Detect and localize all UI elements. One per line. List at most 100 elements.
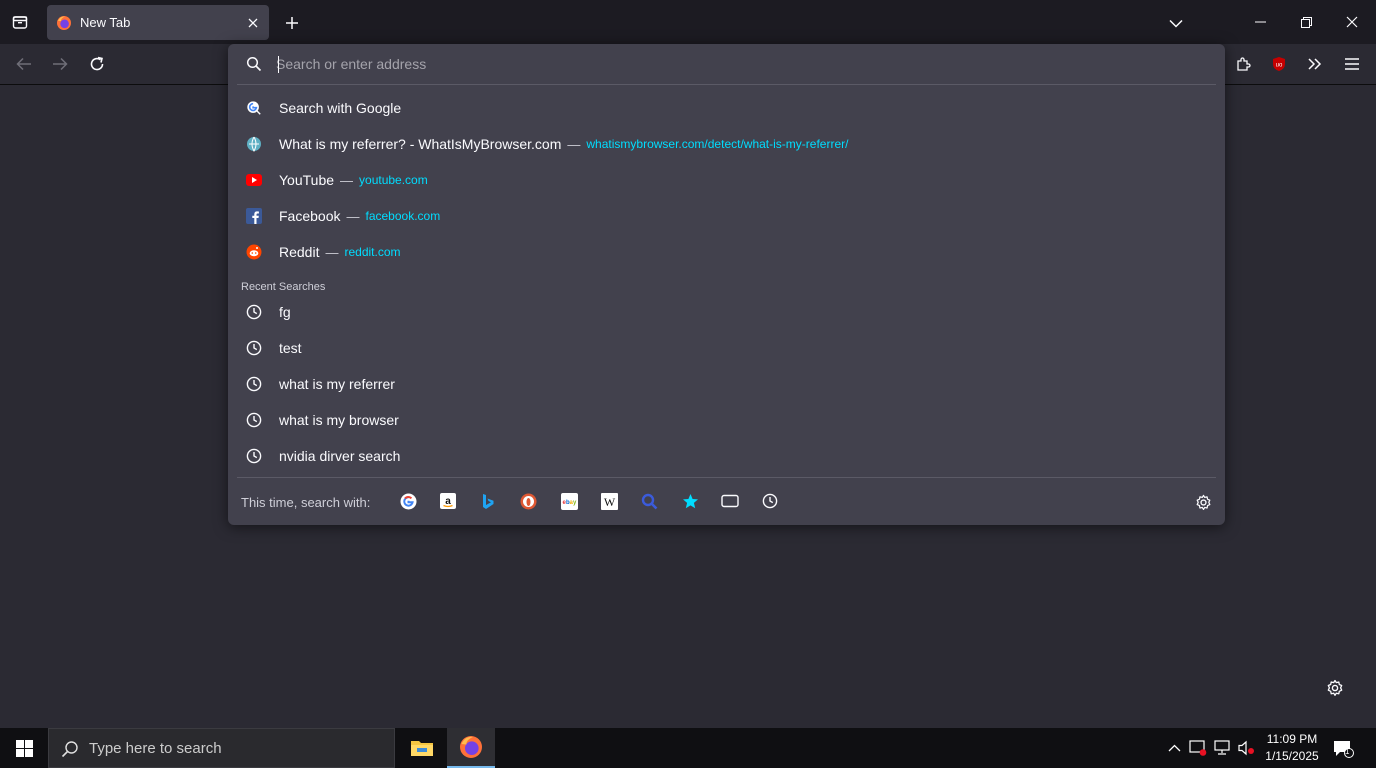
close-icon (1346, 16, 1358, 28)
show-hidden-icons-button[interactable] (1163, 738, 1185, 758)
list-all-tabs-button[interactable] (1163, 10, 1189, 36)
search-engine-button[interactable] (638, 490, 660, 512)
search-icon (61, 740, 79, 758)
search-glass-icon (641, 493, 657, 509)
history-clock-icon (246, 412, 262, 428)
firefox-icon (56, 15, 72, 31)
double-chevron-right-icon (1308, 58, 1322, 70)
app-menu-button[interactable] (1338, 50, 1366, 78)
hamburger-menu-icon (1345, 58, 1359, 70)
suggestion-title: Facebook (279, 208, 341, 224)
search-engine-footer: This time, search with: a ebay W (228, 478, 1225, 525)
reload-button[interactable] (83, 50, 111, 78)
svg-text:W: W (603, 495, 615, 509)
gear-icon (1196, 494, 1210, 510)
ublock-origin-icon: uo (1273, 57, 1285, 71)
urlbar-input[interactable] (276, 53, 1176, 75)
suggestion-url: whatismybrowser.com/detect/what-is-my-re… (586, 137, 849, 151)
tabs-search-button[interactable] (719, 490, 741, 512)
separator-dash: — (567, 136, 581, 152)
folder-icon (411, 741, 433, 756)
history-search-button[interactable] (759, 490, 781, 512)
globe-favicon-icon (246, 136, 262, 152)
text-caret (278, 56, 279, 73)
bing-icon (483, 493, 494, 509)
customize-new-tab-button[interactable] (1322, 675, 1348, 701)
duckduckgo-engine-button[interactable] (517, 490, 539, 512)
new-tab-button[interactable] (279, 10, 305, 36)
network-tray-button[interactable] (1211, 738, 1233, 758)
suggestion-search-google[interactable]: Search with Google (228, 90, 1225, 126)
separator-dash: — (346, 208, 360, 224)
notification-count: 1 (1345, 747, 1350, 756)
minimize-button[interactable] (1237, 0, 1283, 44)
taskbar-search-box[interactable]: Type here to search (48, 728, 395, 768)
shield-warning-icon (1189, 740, 1207, 756)
wikipedia-engine-button[interactable]: W (598, 490, 620, 512)
recent-search-text: nvidia dirver search (279, 448, 401, 464)
search-settings-button[interactable] (1192, 491, 1214, 513)
divider (237, 84, 1216, 85)
svg-text:uo: uo (1276, 63, 1283, 69)
close-window-button[interactable] (1329, 0, 1375, 44)
recent-search-item[interactable]: fg (228, 294, 1225, 330)
taskbar-clock[interactable]: 11:09 PM 1/15/2025 (1258, 731, 1326, 765)
suggestion-facebook[interactable]: Facebook — facebook.com (228, 198, 1225, 234)
action-center-button[interactable]: 1 (1331, 738, 1355, 760)
amazon-icon: a (440, 493, 456, 509)
firefox-taskbar-button[interactable] (447, 728, 495, 768)
wikipedia-icon: W (600, 492, 618, 510)
restore-button[interactable] (1283, 0, 1329, 44)
recent-search-item[interactable]: test (228, 330, 1225, 366)
suggestion-title: Search with Google (279, 100, 402, 116)
history-clock-icon (762, 493, 778, 509)
back-button[interactable] (10, 50, 38, 78)
gear-icon (1327, 679, 1343, 696)
suggestion-reddit[interactable]: Reddit — reddit.com (228, 234, 1225, 270)
recent-search-item[interactable]: what is my browser (228, 402, 1225, 438)
history-clock-icon (246, 376, 262, 392)
youtube-icon (246, 172, 262, 188)
google-engine-button[interactable] (397, 490, 419, 512)
tab-new-tab[interactable]: New Tab (47, 5, 269, 40)
chevron-down-icon (1169, 19, 1183, 28)
tab-close-button[interactable] (241, 11, 265, 35)
recent-search-text: what is my browser (279, 412, 399, 428)
svg-text:a: a (445, 496, 451, 507)
security-tray-button[interactable] (1187, 738, 1209, 758)
amazon-engine-button[interactable]: a (437, 490, 459, 512)
suggestion-title: What is my referrer? - WhatIsMyBrowser.c… (279, 136, 562, 152)
extensions-button[interactable] (1229, 50, 1257, 78)
puzzle-icon (1237, 57, 1251, 71)
firefox-view-button[interactable] (0, 0, 40, 44)
file-explorer-button[interactable] (398, 728, 446, 768)
windows-taskbar: Type here to search 11:09 PM 1/15/2025 1 (0, 728, 1376, 768)
bing-engine-button[interactable] (477, 490, 499, 512)
recent-search-text: test (279, 340, 302, 356)
ebay-engine-button[interactable]: ebay (558, 490, 580, 512)
forward-button[interactable] (46, 50, 74, 78)
arrow-right-icon (53, 57, 68, 71)
suggestion-url: youtube.com (359, 173, 428, 187)
volume-tray-button[interactable] (1235, 738, 1257, 758)
history-clock-icon (246, 340, 262, 356)
search-icon (246, 56, 262, 72)
ublock-origin-button[interactable]: uo (1265, 50, 1293, 78)
separator-dash: — (340, 172, 354, 188)
firefox-view-icon (12, 16, 28, 29)
bookmarks-search-button[interactable] (679, 490, 701, 512)
tab-bar: New Tab (0, 0, 1376, 44)
windows-logo-icon (15, 739, 33, 757)
firefox-icon (460, 736, 482, 758)
overflow-menu-button[interactable] (1301, 50, 1329, 78)
chevron-up-icon (1168, 744, 1180, 752)
start-button[interactable] (0, 728, 48, 768)
suggestion-url: reddit.com (344, 245, 401, 259)
suggestion-youtube[interactable]: YouTube — youtube.com (228, 162, 1225, 198)
suggestion-whatismybrowser[interactable]: What is my referrer? - WhatIsMyBrowser.c… (228, 126, 1225, 162)
recent-search-item[interactable]: what is my referrer (228, 366, 1225, 402)
reload-icon (90, 56, 104, 71)
recent-search-item[interactable]: nvidia dirver search (228, 438, 1225, 474)
separator-dash: — (325, 244, 339, 260)
google-search-icon (246, 100, 262, 116)
